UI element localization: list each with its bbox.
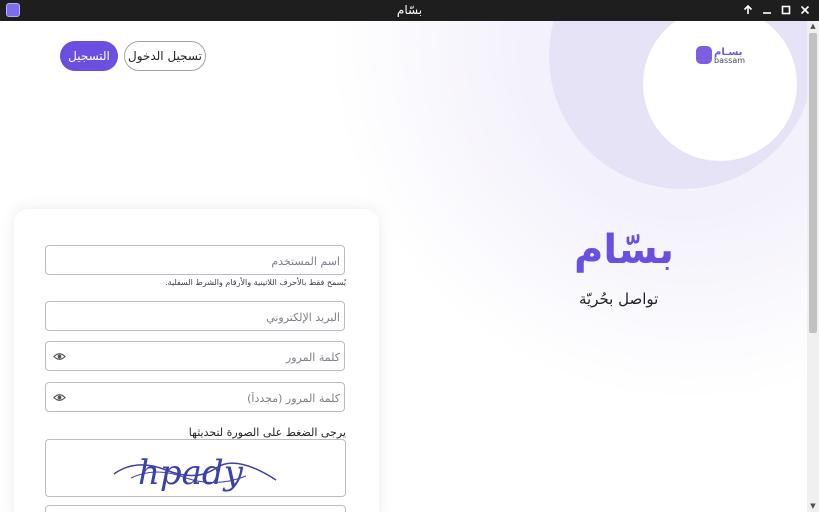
username-input[interactable] [52,246,342,276]
email-field[interactable] [45,301,345,332]
eye-icon[interactable] [53,391,66,404]
tagline: تواصل بحُريّة [579,290,659,308]
captcha-image[interactable]: hpady [45,439,346,497]
up-arrow-icon[interactable] [739,1,757,19]
username-hint: يُسمح فقط بالأحرف اللاتينية والأرقام وال… [165,278,346,287]
password-confirm-field[interactable] [45,382,345,413]
captcha-label: يرجى الضغط على الصورة لتحديثها [188,426,346,439]
email-input[interactable] [52,302,342,332]
captcha-text: hpady [138,453,244,493]
login-button[interactable]: تسجيل الدخول [124,41,206,71]
maximize-icon[interactable] [777,1,795,19]
minimize-icon[interactable] [758,1,776,19]
scroll-up-icon[interactable]: ▲ [807,21,819,31]
title-bar: بسّام [0,0,819,21]
password-input[interactable] [72,342,342,372]
scroll-down-icon[interactable]: ▼ [807,501,819,511]
logo: بسـام bassam [696,44,748,66]
captcha-graphic: hpady [113,453,277,493]
vertical-scrollbar[interactable]: ▲ ▼ [807,21,819,512]
scroll-thumb[interactable] [809,33,817,333]
captcha-input-field[interactable] [45,505,346,512]
register-button[interactable]: التسجيل [60,41,118,71]
close-icon[interactable] [796,1,814,19]
logo-subtext: bassam [714,56,746,65]
username-field[interactable] [45,245,345,276]
main-content: بسـام bassam التسجيل تسجيل الدخول بسّام … [1,21,807,512]
eye-icon[interactable] [53,350,66,363]
app-window: بسّام بسـام bassam التسجيل تسجيل الدخول … [0,0,819,512]
logo-badge-icon [696,46,712,64]
password-field[interactable] [45,341,345,372]
window-title: بسّام [396,3,423,17]
brand-name: بسّام [574,227,675,273]
password-confirm-input[interactable] [72,383,342,413]
